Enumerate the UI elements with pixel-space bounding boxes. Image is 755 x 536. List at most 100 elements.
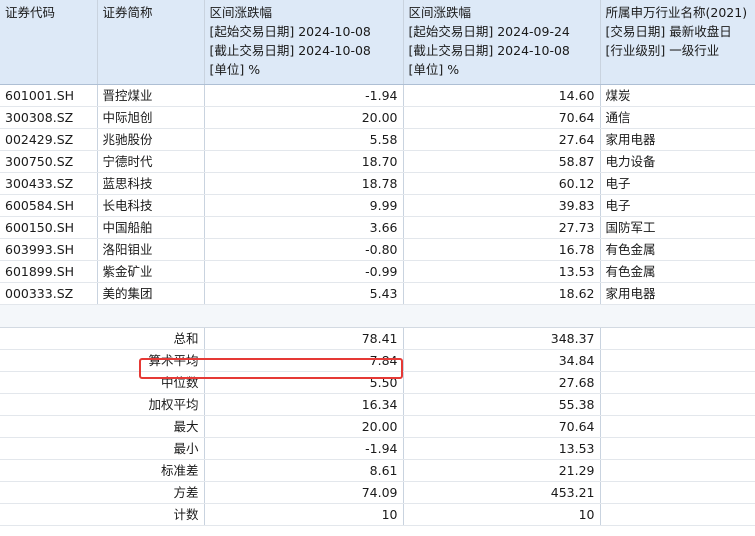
cell-name[interactable]: 中国船舶 xyxy=(97,216,205,239)
cell-name[interactable]: 洛阳钼业 xyxy=(97,238,205,261)
stats-row[interactable]: 最大 20.00 70.64 xyxy=(0,415,755,438)
cell-chg1[interactable]: 5.58 xyxy=(204,128,404,151)
stats-chg2[interactable]: 27.68 xyxy=(403,371,601,394)
cell-chg2[interactable]: 16.78 xyxy=(403,238,601,261)
stats-row[interactable]: 方差 74.09 453.21 xyxy=(0,481,755,504)
table-row[interactable]: 002429.SZ 兆驰股份 5.58 27.64 家用电器 xyxy=(0,128,755,151)
cell-industry[interactable]: 有色金属 xyxy=(600,260,755,283)
cell-industry[interactable]: 国防军工 xyxy=(600,216,755,239)
stats-chg1[interactable]: 5.50 xyxy=(204,371,404,394)
header-industry[interactable]: 所属申万行业名称(2021) [交易日期] 最新收盘日 [行业级别] 一级行业 xyxy=(600,0,755,85)
cell-chg2[interactable]: 70.64 xyxy=(403,106,601,129)
cell-chg1[interactable]: 20.00 xyxy=(204,106,404,129)
stats-chg2[interactable]: 453.21 xyxy=(403,481,601,504)
table-row[interactable]: 300750.SZ 宁德时代 18.70 58.87 电力设备 xyxy=(0,150,755,173)
stats-label: 加权平均 xyxy=(97,393,205,416)
cell-code[interactable]: 300433.SZ xyxy=(0,172,98,195)
stats-industry-cell xyxy=(600,481,755,504)
table-row[interactable]: 603993.SH 洛阳钼业 -0.80 16.78 有色金属 xyxy=(0,238,755,261)
header-name[interactable]: 证券简称 xyxy=(97,0,205,85)
stats-row[interactable]: 总和 78.41 348.37 xyxy=(0,327,755,350)
cell-name[interactable]: 兆驰股份 xyxy=(97,128,205,151)
cell-name[interactable]: 蓝思科技 xyxy=(97,172,205,195)
cell-chg2[interactable]: 27.64 xyxy=(403,128,601,151)
cell-chg1[interactable]: -1.94 xyxy=(204,84,404,107)
cell-code[interactable]: 601899.SH xyxy=(0,260,98,283)
cell-chg1[interactable]: 9.99 xyxy=(204,194,404,217)
cell-industry[interactable]: 通信 xyxy=(600,106,755,129)
cell-code[interactable]: 300308.SZ xyxy=(0,106,98,129)
stats-chg1[interactable]: 10 xyxy=(204,503,404,526)
header-code[interactable]: 证券代码 xyxy=(0,0,98,85)
cell-code[interactable]: 300750.SZ xyxy=(0,150,98,173)
cell-name[interactable]: 美的集团 xyxy=(97,282,205,305)
cell-chg2[interactable]: 14.60 xyxy=(403,84,601,107)
cell-chg2[interactable]: 60.12 xyxy=(403,172,601,195)
table-row[interactable]: 601001.SH 晋控煤业 -1.94 14.60 煤炭 xyxy=(0,84,755,107)
stats-chg1[interactable]: -1.94 xyxy=(204,437,404,460)
header-chg2[interactable]: 区间涨跌幅 [起始交易日期] 2024-09-24 [截止交易日期] 2024-… xyxy=(403,0,601,85)
table-row[interactable]: 600584.SH 长电科技 9.99 39.83 电子 xyxy=(0,194,755,217)
stats-chg1[interactable]: 78.41 xyxy=(204,327,404,350)
table-row[interactable]: 300308.SZ 中际旭创 20.00 70.64 通信 xyxy=(0,106,755,129)
header-chg1[interactable]: 区间涨跌幅 [起始交易日期] 2024-10-08 [截止交易日期] 2024-… xyxy=(204,0,404,85)
cell-code[interactable]: 002429.SZ xyxy=(0,128,98,151)
stats-row[interactable]: 计数 10 10 xyxy=(0,503,755,526)
stats-industry-cell xyxy=(600,503,755,526)
cell-industry[interactable]: 有色金属 xyxy=(600,238,755,261)
cell-chg2[interactable]: 27.73 xyxy=(403,216,601,239)
table-row[interactable]: 600150.SH 中国船舶 3.66 27.73 国防军工 xyxy=(0,216,755,239)
cell-industry[interactable]: 家用电器 xyxy=(600,282,755,305)
stats-chg1[interactable]: 74.09 xyxy=(204,481,404,504)
cell-chg2[interactable]: 13.53 xyxy=(403,260,601,283)
cell-name[interactable]: 晋控煤业 xyxy=(97,84,205,107)
stats-chg2[interactable]: 55.38 xyxy=(403,393,601,416)
cell-chg1[interactable]: 5.43 xyxy=(204,282,404,305)
cell-industry[interactable]: 电力设备 xyxy=(600,150,755,173)
stats-row[interactable]: 加权平均 16.34 55.38 xyxy=(0,393,755,416)
cell-industry[interactable]: 煤炭 xyxy=(600,84,755,107)
stats-row[interactable]: 中位数 5.50 27.68 xyxy=(0,371,755,394)
cell-name[interactable]: 长电科技 xyxy=(97,194,205,217)
cell-code[interactable]: 000333.SZ xyxy=(0,282,98,305)
cell-code[interactable]: 600150.SH xyxy=(0,216,98,239)
stats-row[interactable]: 标准差 8.61 21.29 xyxy=(0,459,755,482)
stats-chg1[interactable]: 20.00 xyxy=(204,415,404,438)
cell-industry[interactable]: 电子 xyxy=(600,194,755,217)
stats-chg1[interactable]: 16.34 xyxy=(204,393,404,416)
stats-row[interactable]: 算术平均 7.84 34.84 xyxy=(0,349,755,372)
cell-name[interactable]: 紫金矿业 xyxy=(97,260,205,283)
cell-chg2[interactable]: 58.87 xyxy=(403,150,601,173)
cell-code[interactable]: 600584.SH xyxy=(0,194,98,217)
stats-chg1[interactable]: 7.84 xyxy=(204,349,404,372)
cell-chg1[interactable]: -0.80 xyxy=(204,238,404,261)
cell-name[interactable]: 中际旭创 xyxy=(97,106,205,129)
stats-chg2[interactable]: 348.37 xyxy=(403,327,601,350)
stats-chg1[interactable]: 8.61 xyxy=(204,459,404,482)
stats-label: 标准差 xyxy=(97,459,205,482)
cell-chg1[interactable]: -0.99 xyxy=(204,260,404,283)
stats-label: 算术平均 xyxy=(97,349,205,372)
cell-chg1[interactable]: 18.78 xyxy=(204,172,404,195)
stats-chg2[interactable]: 13.53 xyxy=(403,437,601,460)
stats-chg2[interactable]: 21.29 xyxy=(403,459,601,482)
cell-industry[interactable]: 家用电器 xyxy=(600,128,755,151)
cell-chg1[interactable]: 3.66 xyxy=(204,216,404,239)
stats-industry-cell xyxy=(600,415,755,438)
stats-chg2[interactable]: 70.64 xyxy=(403,415,601,438)
cell-name[interactable]: 宁德时代 xyxy=(97,150,205,173)
stats-row[interactable]: 最小 -1.94 13.53 xyxy=(0,437,755,460)
table-row[interactable]: 300433.SZ 蓝思科技 18.78 60.12 电子 xyxy=(0,172,755,195)
cell-chg1[interactable]: 18.70 xyxy=(204,150,404,173)
cell-chg2[interactable]: 18.62 xyxy=(403,282,601,305)
table-row[interactable]: 000333.SZ 美的集团 5.43 18.62 家用电器 xyxy=(0,282,755,305)
stats-industry-cell xyxy=(600,371,755,394)
cell-chg2[interactable]: 39.83 xyxy=(403,194,601,217)
cell-industry[interactable]: 电子 xyxy=(600,172,755,195)
cell-code[interactable]: 601001.SH xyxy=(0,84,98,107)
cell-code[interactable]: 603993.SH xyxy=(0,238,98,261)
stats-chg2[interactable]: 10 xyxy=(403,503,601,526)
stats-chg2[interactable]: 34.84 xyxy=(403,349,601,372)
separator-cell xyxy=(0,304,97,328)
table-row[interactable]: 601899.SH 紫金矿业 -0.99 13.53 有色金属 xyxy=(0,260,755,283)
